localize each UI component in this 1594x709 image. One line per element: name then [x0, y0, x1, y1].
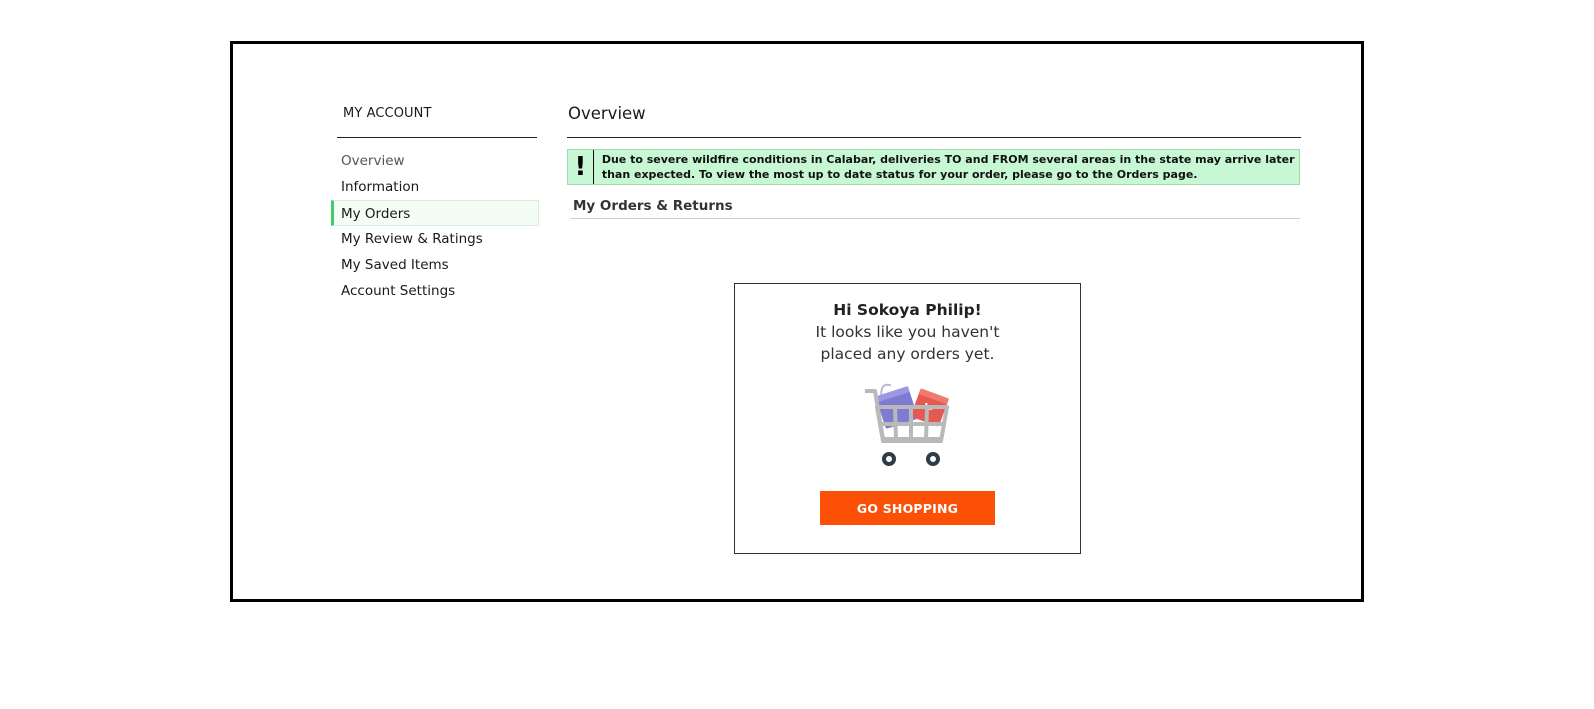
empty-orders-card: Hi Sokoya Philip! It looks like you have… — [734, 283, 1081, 554]
section-title: My Orders & Returns — [570, 197, 1300, 219]
sidebar-item-reviews-ratings[interactable]: My Review & Ratings — [337, 226, 537, 252]
account-panel: MY ACCOUNT Overview Information My Order… — [230, 41, 1364, 602]
alert-message: Due to severe wildfire conditions in Cal… — [601, 153, 1295, 181]
sidebar-item-saved-items[interactable]: My Saved Items — [337, 252, 537, 278]
page-title: Overview — [567, 102, 1301, 138]
account-sidebar: MY ACCOUNT Overview Information My Order… — [331, 102, 539, 304]
sidebar-title: MY ACCOUNT — [337, 102, 537, 138]
greeting-text: Hi Sokoya Philip! — [833, 301, 982, 319]
sidebar-menu: Overview Information My Orders My Review… — [331, 148, 539, 304]
shopping-cart-icon — [863, 377, 953, 469]
go-shopping-button[interactable]: GO SHOPPING — [820, 491, 995, 525]
delivery-alert-banner: ! Due to severe wildfire conditions in C… — [567, 149, 1300, 185]
sidebar-item-overview[interactable]: Overview — [337, 148, 537, 174]
exclamation-icon: ! — [568, 150, 594, 184]
sidebar-item-my-orders[interactable]: My Orders — [331, 200, 539, 226]
sidebar-item-information[interactable]: Information — [337, 174, 537, 200]
sidebar-item-account-settings[interactable]: Account Settings — [337, 278, 537, 304]
main-content: Overview ! Due to severe wildfire condit… — [567, 102, 1301, 554]
empty-orders-message: It looks like you haven't placed any ord… — [815, 323, 1000, 363]
